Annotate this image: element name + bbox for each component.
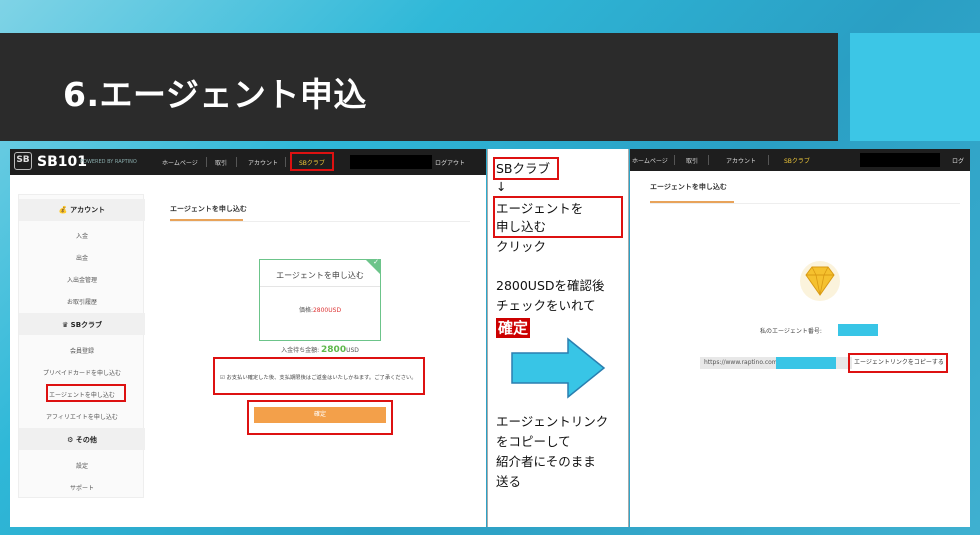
instruction-step2-line3: クリック — [496, 239, 547, 254]
sidebar-item-transfer-history[interactable]: 入出金管理 — [19, 275, 145, 284]
nav-divider — [674, 155, 675, 165]
instruction-step4-line4: 送る — [496, 474, 522, 489]
sidebar-heading-account: 💰 アカウント — [58, 206, 106, 214]
nav-trade[interactable]: 取引 — [215, 158, 227, 167]
right-screenshot: ホームページ 取引 アカウント SBクラブ ログ エージェントを申し込む 私のエ… — [630, 149, 970, 527]
check-icon: ✓ — [373, 258, 379, 266]
content-title: エージェントを申し込む — [650, 183, 727, 191]
amount-due: 入金待ち金額: 2800USD — [281, 345, 359, 355]
highlight-step2 — [493, 196, 623, 238]
nav-account[interactable]: アカウント — [726, 156, 756, 165]
instruction-step3-highlight: 確定 — [496, 318, 531, 338]
nav-home[interactable]: ホームページ — [162, 158, 198, 167]
sidebar-item-settings[interactable]: 設定 — [19, 461, 145, 470]
agent-number-redacted — [838, 324, 878, 336]
sidebar-item-support[interactable]: サポート — [19, 483, 145, 492]
sidebar-item-deposit[interactable]: 入金 — [19, 231, 145, 240]
diamond-icon — [800, 261, 840, 301]
agent-number-label: 私のエージェント番号: — [760, 328, 822, 335]
redacted-area — [860, 153, 940, 167]
highlight-sb-club — [290, 152, 334, 171]
highlight-agree — [213, 357, 425, 395]
sidebar-heading-other: ⚙ その他 — [67, 436, 97, 444]
card-divider — [260, 286, 380, 287]
logo-icon: SB — [14, 152, 32, 170]
top-nav: SB SB101 POWERED BY RAPTINO ホームページ 取引 アカ… — [10, 149, 486, 175]
right-arrow-icon — [511, 337, 606, 399]
nav-divider — [206, 157, 207, 167]
nav-account[interactable]: アカウント — [248, 158, 278, 167]
card-price: 価格:2800USD — [298, 307, 342, 314]
instruction-step4-line2: をコピーして — [496, 434, 571, 449]
instruction-step3-line2: チェックをいれて — [496, 298, 596, 313]
money-bag-icon: 💰 — [58, 206, 68, 214]
nav-divider — [285, 157, 286, 167]
highlight-copy-button — [848, 353, 948, 373]
logo-subtitle: POWERED BY RAPTINO — [80, 159, 137, 165]
gear-icon: ⚙ — [67, 436, 74, 444]
sidebar-item-withdraw[interactable]: 出金 — [19, 253, 145, 262]
instruction-step3-line1: 2800USDを確認後 — [496, 278, 605, 293]
sidebar-item-trade-history[interactable]: お取引履歴 — [19, 297, 145, 306]
instruction-step4-line3: 紹介者にそのまま — [496, 454, 596, 469]
down-arrow-icon: ↓ — [496, 179, 507, 194]
content-divider — [650, 203, 960, 204]
agent-plan-card[interactable]: ✓ エージェントを申し込む 価格:2800USD — [259, 258, 381, 341]
nav-divider — [236, 157, 237, 167]
decorative-block — [850, 33, 980, 141]
highlight-confirm — [247, 400, 393, 435]
left-screenshot: SB SB101 POWERED BY RAPTINO ホームページ 取引 アカ… — [10, 149, 486, 527]
nav-trade[interactable]: 取引 — [686, 156, 698, 165]
sidebar: 💰 アカウント 入金 出金 入出金管理 お取引履歴 ♛ SBクラブ 会員登録 プ… — [18, 194, 145, 498]
nav-divider — [768, 155, 769, 165]
content-divider — [170, 221, 470, 222]
sidebar-heading-sb-club: ♛ SBクラブ — [61, 321, 103, 329]
agent-link-redacted — [776, 357, 836, 369]
redacted-area — [350, 155, 432, 169]
crown-icon: ♛ — [61, 321, 69, 329]
top-nav: ホームページ 取引 アカウント SBクラブ ログ — [630, 149, 970, 171]
nav-logout[interactable]: ログアウト — [435, 158, 465, 167]
slide-title: 6.エージェント申込 — [63, 75, 367, 114]
nav-logout[interactable]: ログ — [952, 156, 964, 165]
nav-home[interactable]: ホームページ — [632, 156, 668, 165]
instruction-panel: SBクラブ ↓ エージェントを 申し込む クリック 2800USDを確認後 チェ… — [487, 149, 629, 527]
card-title: エージェントを申し込む — [276, 271, 364, 280]
content-title: エージェントを申し込む — [170, 205, 247, 213]
nav-sb-club[interactable]: SBクラブ — [784, 156, 810, 165]
highlight-step1 — [493, 157, 559, 180]
sidebar-item-prepaid-card[interactable]: プリペイドカードを申し込む — [19, 368, 145, 377]
highlight-agent-apply — [46, 384, 126, 402]
sidebar-item-affiliate-apply[interactable]: アフィリエイトを申し込む — [19, 412, 145, 421]
sidebar-item-member-register[interactable]: 会員登録 — [19, 346, 145, 355]
instruction-step4-line1: エージェントリンク — [496, 414, 609, 429]
nav-divider — [708, 155, 709, 165]
